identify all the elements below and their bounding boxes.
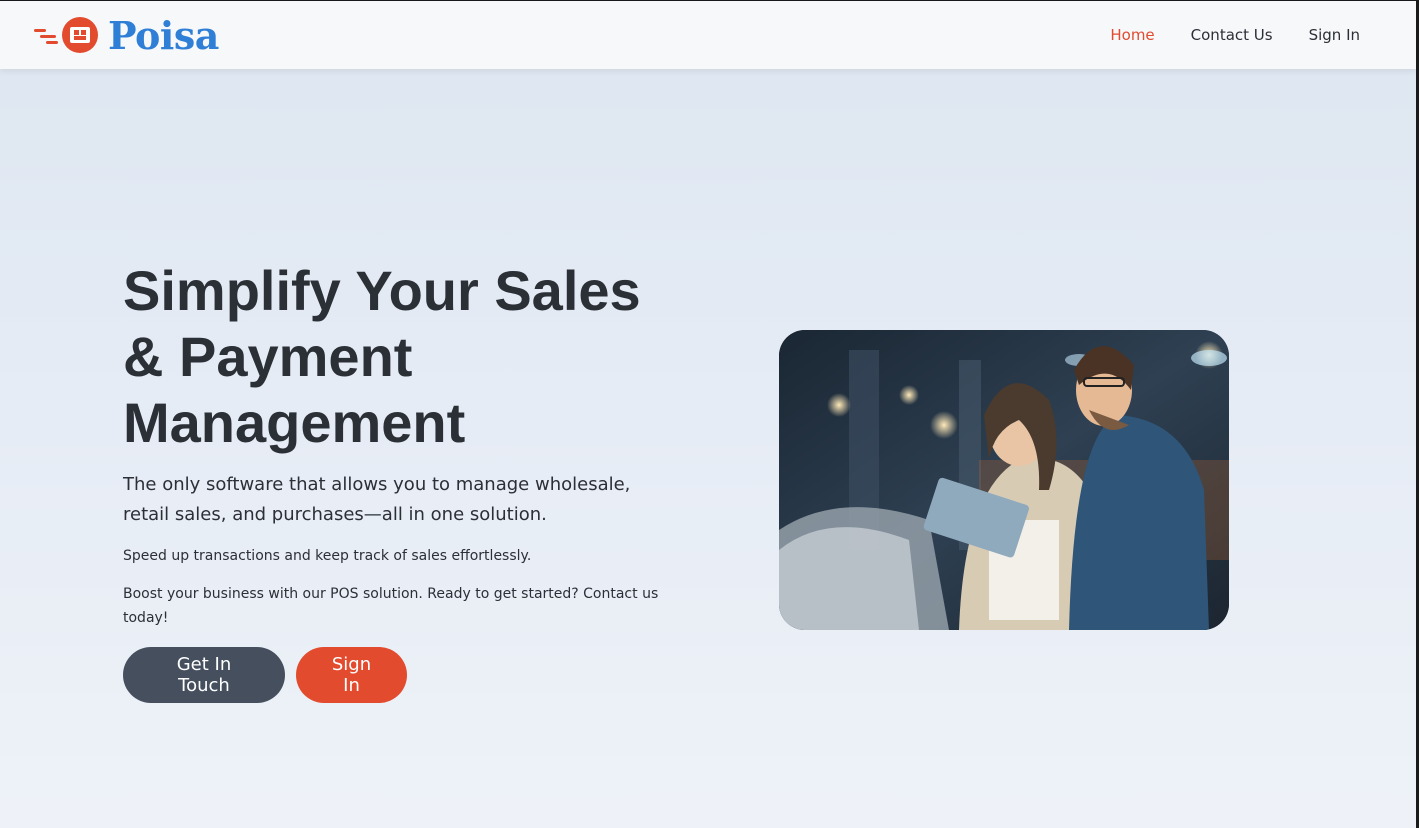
hero-title: Simplify Your Sales & Payment Management — [123, 258, 683, 456]
delivery-box-icon — [32, 14, 102, 56]
nav-home[interactable]: Home — [1110, 26, 1154, 44]
hero-paragraph-speed: Speed up transactions and keep track of … — [123, 548, 532, 564]
get-in-touch-button[interactable]: Get In Touch — [123, 647, 285, 703]
site-header: Poisa Home Contact Us Sign In — [0, 1, 1416, 69]
sign-in-button[interactable]: Sign In — [296, 647, 407, 703]
nav-contact-us[interactable]: Contact Us — [1191, 26, 1273, 44]
hero-lead: The only software that allows you to man… — [123, 474, 631, 525]
hero-photo-illustration — [779, 330, 1229, 630]
hero-paragraph-boost: Boost your business with our POS solutio… — [123, 586, 659, 626]
hero-title-line1: Simplify Your Sales — [123, 259, 641, 322]
nav-sign-in[interactable]: Sign In — [1309, 26, 1360, 44]
hero-photo — [779, 330, 1229, 630]
main-nav: Home Contact Us Sign In — [1110, 26, 1360, 44]
hero-content: Simplify Your Sales & Payment Management… — [123, 258, 683, 630]
brand-logo[interactable]: Poisa — [32, 13, 219, 58]
hero-title-line2: & Payment — [123, 325, 413, 388]
hero-title-line3: Management — [123, 391, 466, 454]
hero-buttons: Get In Touch Sign In — [123, 647, 407, 703]
brand-name: Poisa — [108, 12, 219, 58]
